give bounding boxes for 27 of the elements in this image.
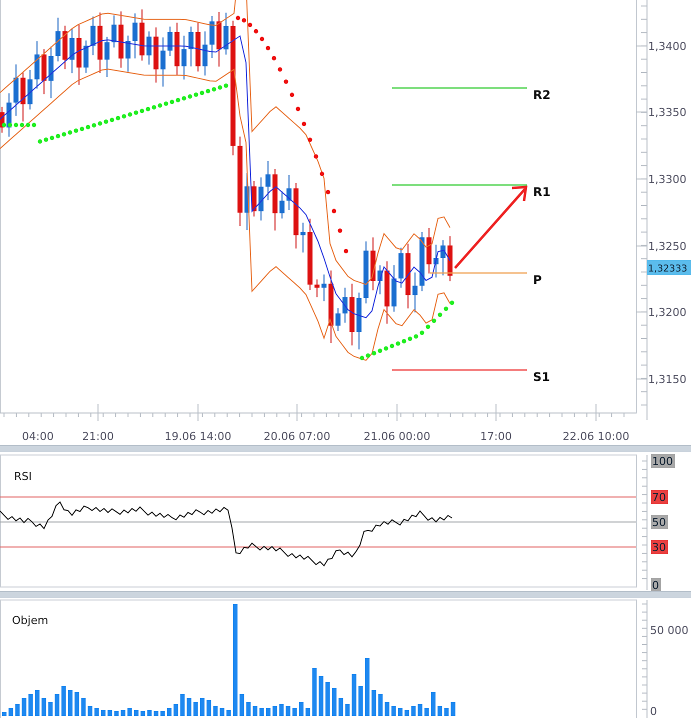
price-axis-label: 1,3250	[648, 240, 686, 253]
time-axis-label: 21.06 00:00	[364, 430, 430, 443]
rsi-level-badge: 70	[651, 490, 668, 504]
time-axis-label: 19.06 14:00	[164, 430, 232, 443]
rsi-level-badge: 50	[651, 514, 668, 529]
volume-axis-label: 0	[650, 705, 657, 718]
pivot-level: P	[430, 272, 542, 287]
time-axis-label: 04:00	[22, 430, 54, 443]
current-price-badge: 1,32333	[647, 260, 691, 275]
pivot-level: R1	[392, 184, 551, 199]
time-axis-label: 20.06 07:00	[264, 430, 330, 443]
time-axis-label: 21:00	[82, 430, 114, 443]
rsi-level-badge: 0	[651, 578, 661, 592]
time-axis-label: 22.06 10:00	[562, 430, 630, 443]
volume-title: Objem	[12, 614, 48, 628]
rsi-level-badge: 30	[651, 540, 668, 554]
pivot-level: R2	[392, 87, 551, 102]
pivot-level: S1	[392, 369, 550, 384]
price-axis-label: 1,3350	[648, 106, 686, 119]
price-axis-label: 1,3150	[648, 373, 686, 386]
volume-axis-label: 50 000	[650, 624, 688, 638]
price-axis-label: 1,3400	[648, 40, 686, 53]
price-axis-label: 1,3300	[648, 173, 686, 186]
rsi-level-badge: 100	[651, 454, 675, 468]
time-axis-label: 17:00	[480, 430, 512, 443]
price-axis-label: 1,3200	[648, 306, 686, 319]
rsi-title: RSI	[14, 470, 32, 483]
